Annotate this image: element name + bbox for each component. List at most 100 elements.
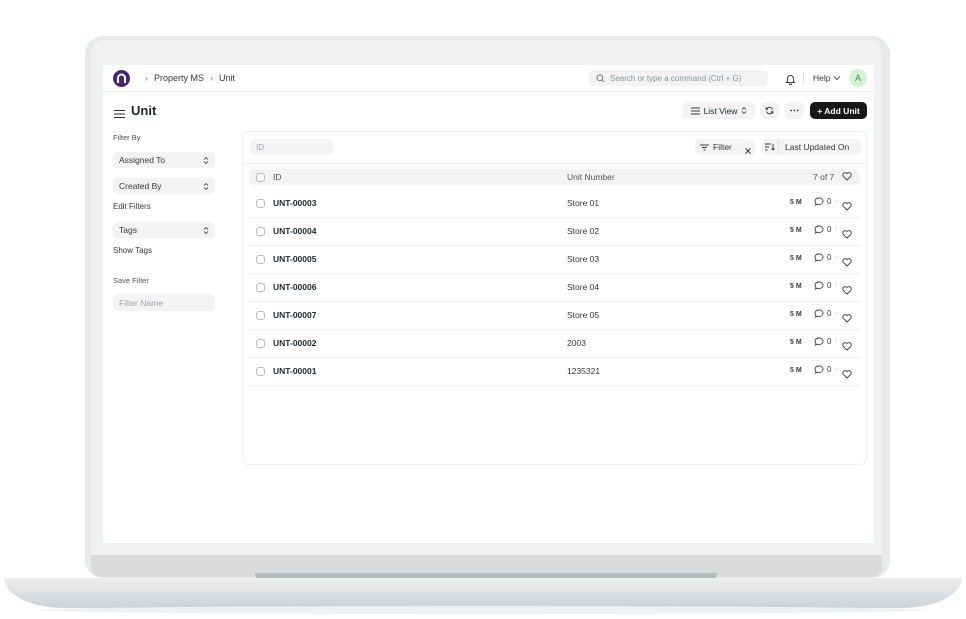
row-checkbox[interactable]	[256, 199, 265, 208]
cell-modified: 5 M	[790, 367, 802, 374]
assigned-to-select[interactable]: Assigned To	[113, 152, 215, 168]
heart-icon[interactable]	[842, 254, 852, 272]
separator-dot: ·	[835, 308, 838, 317]
heart-icon[interactable]	[842, 198, 852, 216]
cell-modified: 5 M	[790, 227, 802, 234]
cell-id[interactable]: UNT-00003	[273, 198, 316, 208]
created-by-label: Created By	[119, 181, 162, 191]
table-row[interactable]: UNT-00004 Store 02 5 M 0 ·	[249, 218, 860, 246]
comment-count[interactable]: 0	[814, 337, 831, 346]
row-checkbox[interactable]	[256, 255, 265, 264]
row-checkbox[interactable]	[256, 283, 265, 292]
add-unit-button[interactable]: + Add Unit	[810, 102, 867, 119]
cell-id[interactable]: UNT-00004	[273, 226, 316, 236]
id-filter-input[interactable]: ID	[250, 139, 333, 155]
comment-count[interactable]: 0	[814, 365, 831, 374]
cell-unit-number: Store 02	[567, 226, 600, 236]
laptop-shadow	[40, 606, 926, 614]
menu-icon[interactable]	[114, 106, 125, 124]
search-bar[interactable]: Search or type a command (Ctrl + G)	[589, 70, 768, 86]
list-icon	[690, 107, 700, 114]
comment-count[interactable]: 0	[814, 253, 831, 262]
select-arrows-icon	[203, 182, 209, 190]
row-checkbox[interactable]	[256, 311, 265, 320]
comment-count-value: 0	[827, 225, 832, 234]
heart-icon[interactable]	[842, 338, 852, 356]
search-placeholder: Search or type a command (Ctrl + G)	[610, 73, 742, 83]
table-row[interactable]: UNT-00005 Store 03 5 M 0 ·	[249, 246, 860, 274]
cell-id[interactable]: UNT-00005	[273, 254, 316, 264]
comment-count-value: 0	[827, 281, 832, 290]
cell-id[interactable]: UNT-00002	[273, 338, 316, 348]
avatar[interactable]: A	[849, 69, 867, 87]
cell-id[interactable]: UNT-00007	[273, 310, 316, 320]
show-tags-link[interactable]: Show Tags	[113, 246, 152, 255]
comment-count-value: 0	[827, 365, 832, 374]
laptop-base	[4, 578, 962, 608]
row-checkbox[interactable]	[256, 339, 265, 348]
filter-name-input[interactable]: Filter Name	[113, 294, 215, 311]
heart-icon[interactable]	[842, 172, 852, 183]
cell-unit-number: 2003	[567, 338, 586, 348]
comment-icon	[814, 281, 824, 290]
comment-icon	[814, 309, 824, 318]
comment-count[interactable]: 0	[814, 197, 831, 206]
table-row[interactable]: UNT-00001 1235321 5 M 0 ·	[249, 358, 860, 386]
cell-unit-number: 1235321	[567, 366, 601, 376]
table-row[interactable]: UNT-00003 Store 01 5 M 0 ·	[249, 190, 860, 218]
sort-button[interactable]: Last Updated On	[762, 139, 861, 155]
comment-icon	[814, 337, 824, 346]
app-screen: › Property MS › Unit Search or type a co…	[103, 65, 874, 543]
table-row[interactable]: UNT-00007 Store 05 5 M 0 ·	[249, 302, 860, 330]
comment-count[interactable]: 0	[814, 225, 831, 234]
row-checkbox[interactable]	[256, 367, 265, 376]
comment-icon	[814, 197, 824, 206]
cell-modified: 5 M	[790, 339, 802, 346]
cell-unit-number: Store 03	[567, 254, 600, 264]
app-logo-icon[interactable]	[113, 69, 130, 87]
tags-select[interactable]: Tags	[113, 222, 215, 238]
select-arrows-icon	[203, 156, 209, 164]
assigned-to-label: Assigned To	[119, 155, 166, 165]
cell-unit-number: Store 05	[567, 310, 600, 320]
list-panel: ID Filter Last Updated On ID Unit Number…	[242, 131, 867, 465]
list-view-button[interactable]: List View	[683, 102, 755, 119]
filter-label: Filter	[713, 142, 732, 152]
help-label: Help	[813, 73, 831, 83]
heart-icon[interactable]	[842, 366, 852, 384]
sort-icon[interactable]	[762, 139, 779, 155]
refresh-icon	[765, 106, 774, 115]
table-row[interactable]: UNT-00002 2003 5 M 0 ·	[249, 330, 860, 358]
search-icon	[596, 73, 605, 82]
created-by-select[interactable]: Created By	[113, 178, 215, 194]
heart-icon[interactable]	[842, 282, 852, 300]
close-icon[interactable]	[744, 142, 752, 160]
help-dropdown[interactable]: Help	[813, 73, 841, 83]
cell-id[interactable]: UNT-00006	[273, 282, 316, 292]
comment-icon	[814, 225, 824, 234]
cell-modified: 5 M	[790, 311, 802, 318]
cell-unit-number: Store 01	[567, 198, 600, 208]
save-filter-label: Save Filter	[113, 276, 149, 285]
comment-count[interactable]: 0	[814, 281, 831, 290]
cell-id[interactable]: UNT-00001	[273, 366, 316, 376]
select-all-checkbox[interactable]	[256, 173, 265, 182]
breadcrumb-unit[interactable]: Unit	[219, 73, 235, 83]
bell-icon[interactable]	[785, 72, 796, 90]
heart-icon[interactable]	[842, 310, 852, 328]
separator-dot: ·	[835, 196, 838, 205]
breadcrumb-property-ms[interactable]: Property MS	[154, 73, 204, 83]
refresh-button[interactable]	[760, 102, 779, 119]
row-checkbox[interactable]	[256, 227, 265, 236]
cell-modified: 5 M	[790, 255, 802, 262]
edit-filters-link[interactable]: Edit Filters	[113, 202, 151, 211]
more-button[interactable]	[785, 102, 804, 119]
breadcrumb-chevron-icon: ›	[145, 73, 148, 83]
comment-count[interactable]: 0	[814, 309, 831, 318]
heart-icon[interactable]	[842, 226, 852, 244]
cell-unit-number: Store 04	[567, 282, 600, 292]
table-row[interactable]: UNT-00006 Store 04 5 M 0 ·	[249, 274, 860, 302]
list-header: ID Unit Number 7 of 7	[249, 169, 860, 185]
breadcrumb-chevron-icon: ›	[210, 73, 214, 83]
page-title: Unit	[131, 103, 157, 118]
